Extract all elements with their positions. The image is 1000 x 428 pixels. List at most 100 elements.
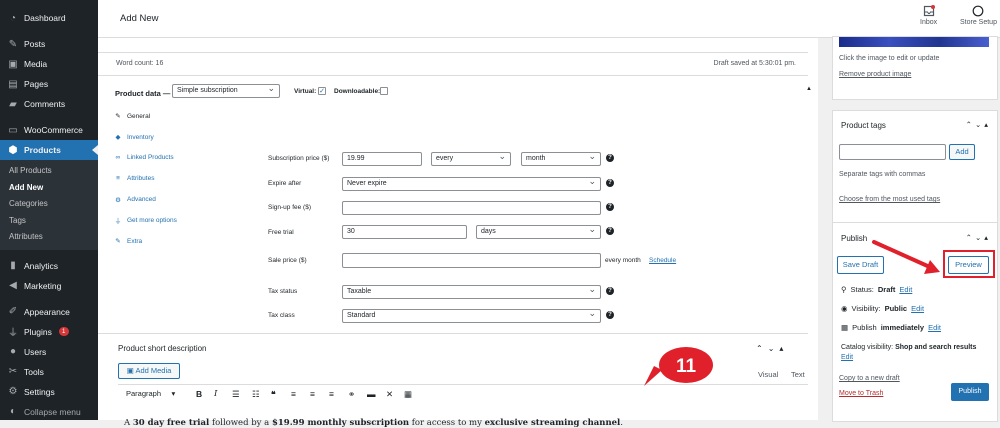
signup-fee-input[interactable] [342, 201, 601, 215]
collapse-toggle-icon[interactable]: ▲ [806, 86, 812, 92]
catalog-visibility-value: Shop and search results [895, 344, 977, 351]
step-number: 11 [676, 356, 697, 377]
submenu-all-products[interactable]: All Products [0, 163, 98, 180]
menu-tools[interactable]: ✂ Tools [0, 362, 98, 382]
product-image-thumbnail[interactable] [839, 37, 989, 47]
read-more-icon[interactable]: ▬ [367, 389, 376, 399]
align-center-icon[interactable]: ≡ [310, 389, 315, 399]
submenu-categories[interactable]: Categories [0, 196, 98, 213]
tab-extra[interactable]: ✎ Extra [112, 231, 252, 252]
edit-catalog-visibility-link[interactable]: Edit [841, 354, 853, 361]
add-media-button[interactable]: ▣ Add Media [118, 363, 180, 379]
sale-price-suffix: every month [605, 257, 641, 264]
tab-linked-products[interactable]: ∞ Linked Products [112, 148, 252, 169]
tag-input[interactable] [839, 144, 946, 160]
add-tag-button[interactable]: Add [949, 144, 975, 160]
subscription-price-input[interactable]: 19.99 [342, 152, 422, 166]
choose-tags-link[interactable]: Choose from the most used tags [839, 196, 940, 203]
virtual-label: Virtual: [294, 88, 317, 95]
product-data-title: Product data — [115, 89, 171, 98]
publish-button[interactable]: Publish [951, 383, 989, 401]
tab-advanced[interactable]: ⚙ Advanced [112, 189, 252, 210]
menu-marketing[interactable]: ◀ Marketing [0, 276, 98, 296]
menu-pages[interactable]: ▤ Pages [0, 74, 98, 94]
free-trial-input[interactable]: 30 [342, 225, 467, 239]
downloadable-checkbox[interactable] [380, 87, 388, 95]
expire-after-select[interactable]: Never expire [342, 175, 601, 191]
menu-dashboard[interactable]: ◔ Dashboard [0, 8, 98, 28]
bullet-list-icon[interactable]: ☰ [232, 389, 240, 400]
menu-woocommerce[interactable]: ▭ WooCommerce [0, 120, 98, 140]
expire-after-label: Expire after [268, 180, 302, 187]
tab-get-more-options[interactable]: ⏚ Get more options [112, 210, 252, 231]
menu-settings[interactable]: ⚙ Settings [0, 382, 98, 402]
tab-label: Linked Products [127, 154, 174, 162]
menu-analytics[interactable]: ▮ Analytics [0, 256, 98, 276]
menu-collapse[interactable]: ◐ Collapse menu [0, 402, 98, 422]
sale-price-input[interactable] [342, 253, 601, 268]
analytics-icon: ▮ [10, 260, 16, 271]
paragraph-label: Paragraph [126, 389, 162, 398]
submenu-add-new[interactable]: Add New [0, 180, 98, 197]
menu-posts[interactable]: ✎ Posts [0, 34, 98, 54]
menu-media[interactable]: ▣ Media [0, 54, 98, 74]
store-setup-label: Store Setup [960, 19, 997, 26]
link-icon[interactable]: ⚭ [348, 389, 355, 400]
help-icon[interactable]: ? [606, 311, 614, 319]
menu-appearance[interactable]: ✐ Appearance [0, 302, 98, 322]
billing-interval-select[interactable]: every [431, 150, 511, 166]
wrench-icon: ✎ [115, 113, 121, 121]
align-left-icon[interactable]: ≡ [291, 389, 296, 399]
blockquote-icon[interactable]: ❝ [271, 389, 276, 400]
tab-general[interactable]: ✎ General [112, 106, 252, 127]
help-icon[interactable]: ? [606, 154, 614, 162]
product-type-select[interactable]: Simple subscription [172, 82, 280, 98]
italic-icon[interactable]: I [214, 389, 217, 399]
metabox-move-arrows-icon[interactable]: ⌃⌄▴ [966, 233, 991, 242]
remove-product-image-link[interactable]: Remove product image [839, 71, 911, 78]
menu-label: Media [24, 59, 48, 69]
draft-saved-status: Draft saved at 5:30:01 pm. [713, 60, 797, 67]
copy-to-draft-link[interactable]: Copy to a new draft [839, 375, 900, 382]
help-icon[interactable]: ? [606, 287, 614, 295]
numbered-list-icon[interactable]: ☷ [252, 389, 260, 400]
virtual-checkbox[interactable]: ✓ [318, 87, 326, 95]
tab-attributes[interactable]: ≡ Attributes [112, 168, 252, 189]
schedule-link[interactable]: Schedule [649, 257, 676, 264]
tab-visual[interactable]: Visual [758, 370, 778, 379]
product-tags-title: Product tags [841, 121, 886, 130]
bold-icon[interactable]: B [196, 389, 202, 399]
submenu-attributes[interactable]: Attributes [0, 229, 98, 246]
edit-publish-time-link[interactable]: Edit [928, 323, 941, 332]
menu-users[interactable]: ● Users [0, 342, 98, 362]
align-right-icon[interactable]: ≡ [329, 389, 334, 399]
inbox-button[interactable]: Inbox [920, 5, 937, 26]
metabox-move-arrows-icon[interactable]: ⌃⌄▴ [756, 344, 788, 353]
save-draft-button[interactable]: Save Draft [837, 256, 884, 274]
tax-status-select[interactable]: Taxable [342, 283, 601, 299]
submenu-tags[interactable]: Tags [0, 213, 98, 230]
tab-text[interactable]: Text [791, 370, 805, 379]
menu-plugins[interactable]: ⏚ Plugins 1 [0, 322, 98, 342]
menu-label: Dashboard [24, 13, 66, 23]
help-icon[interactable]: ? [606, 203, 614, 211]
billing-period-select[interactable]: month [521, 150, 601, 166]
help-icon[interactable]: ? [606, 227, 614, 235]
menu-products[interactable]: ⬢ Products [0, 140, 98, 160]
paragraph-format-select[interactable]: Paragraph ▾ [126, 389, 175, 398]
help-icon[interactable]: ? [606, 179, 614, 187]
store-setup-button[interactable]: Store Setup [960, 5, 997, 26]
edit-status-link[interactable]: Edit [899, 285, 912, 294]
move-to-trash-link[interactable]: Move to Trash [839, 390, 883, 397]
fullscreen-icon[interactable]: ✕ [386, 389, 393, 400]
wrench-icon: ✂ [8, 366, 18, 377]
tab-inventory[interactable]: ◆ Inventory [112, 127, 252, 148]
toolbar-toggle-icon[interactable]: ▦ [404, 389, 412, 400]
free-trial-period-select[interactable]: days [476, 223, 601, 239]
tax-class-select[interactable]: Standard [342, 307, 601, 323]
menu-label: Pages [24, 79, 49, 89]
pin-icon: ✎ [8, 38, 18, 50]
edit-visibility-link[interactable]: Edit [911, 304, 924, 313]
menu-comments[interactable]: ▰ Comments [0, 94, 98, 114]
metabox-move-arrows-icon[interactable]: ⌃⌄▴ [966, 120, 991, 129]
